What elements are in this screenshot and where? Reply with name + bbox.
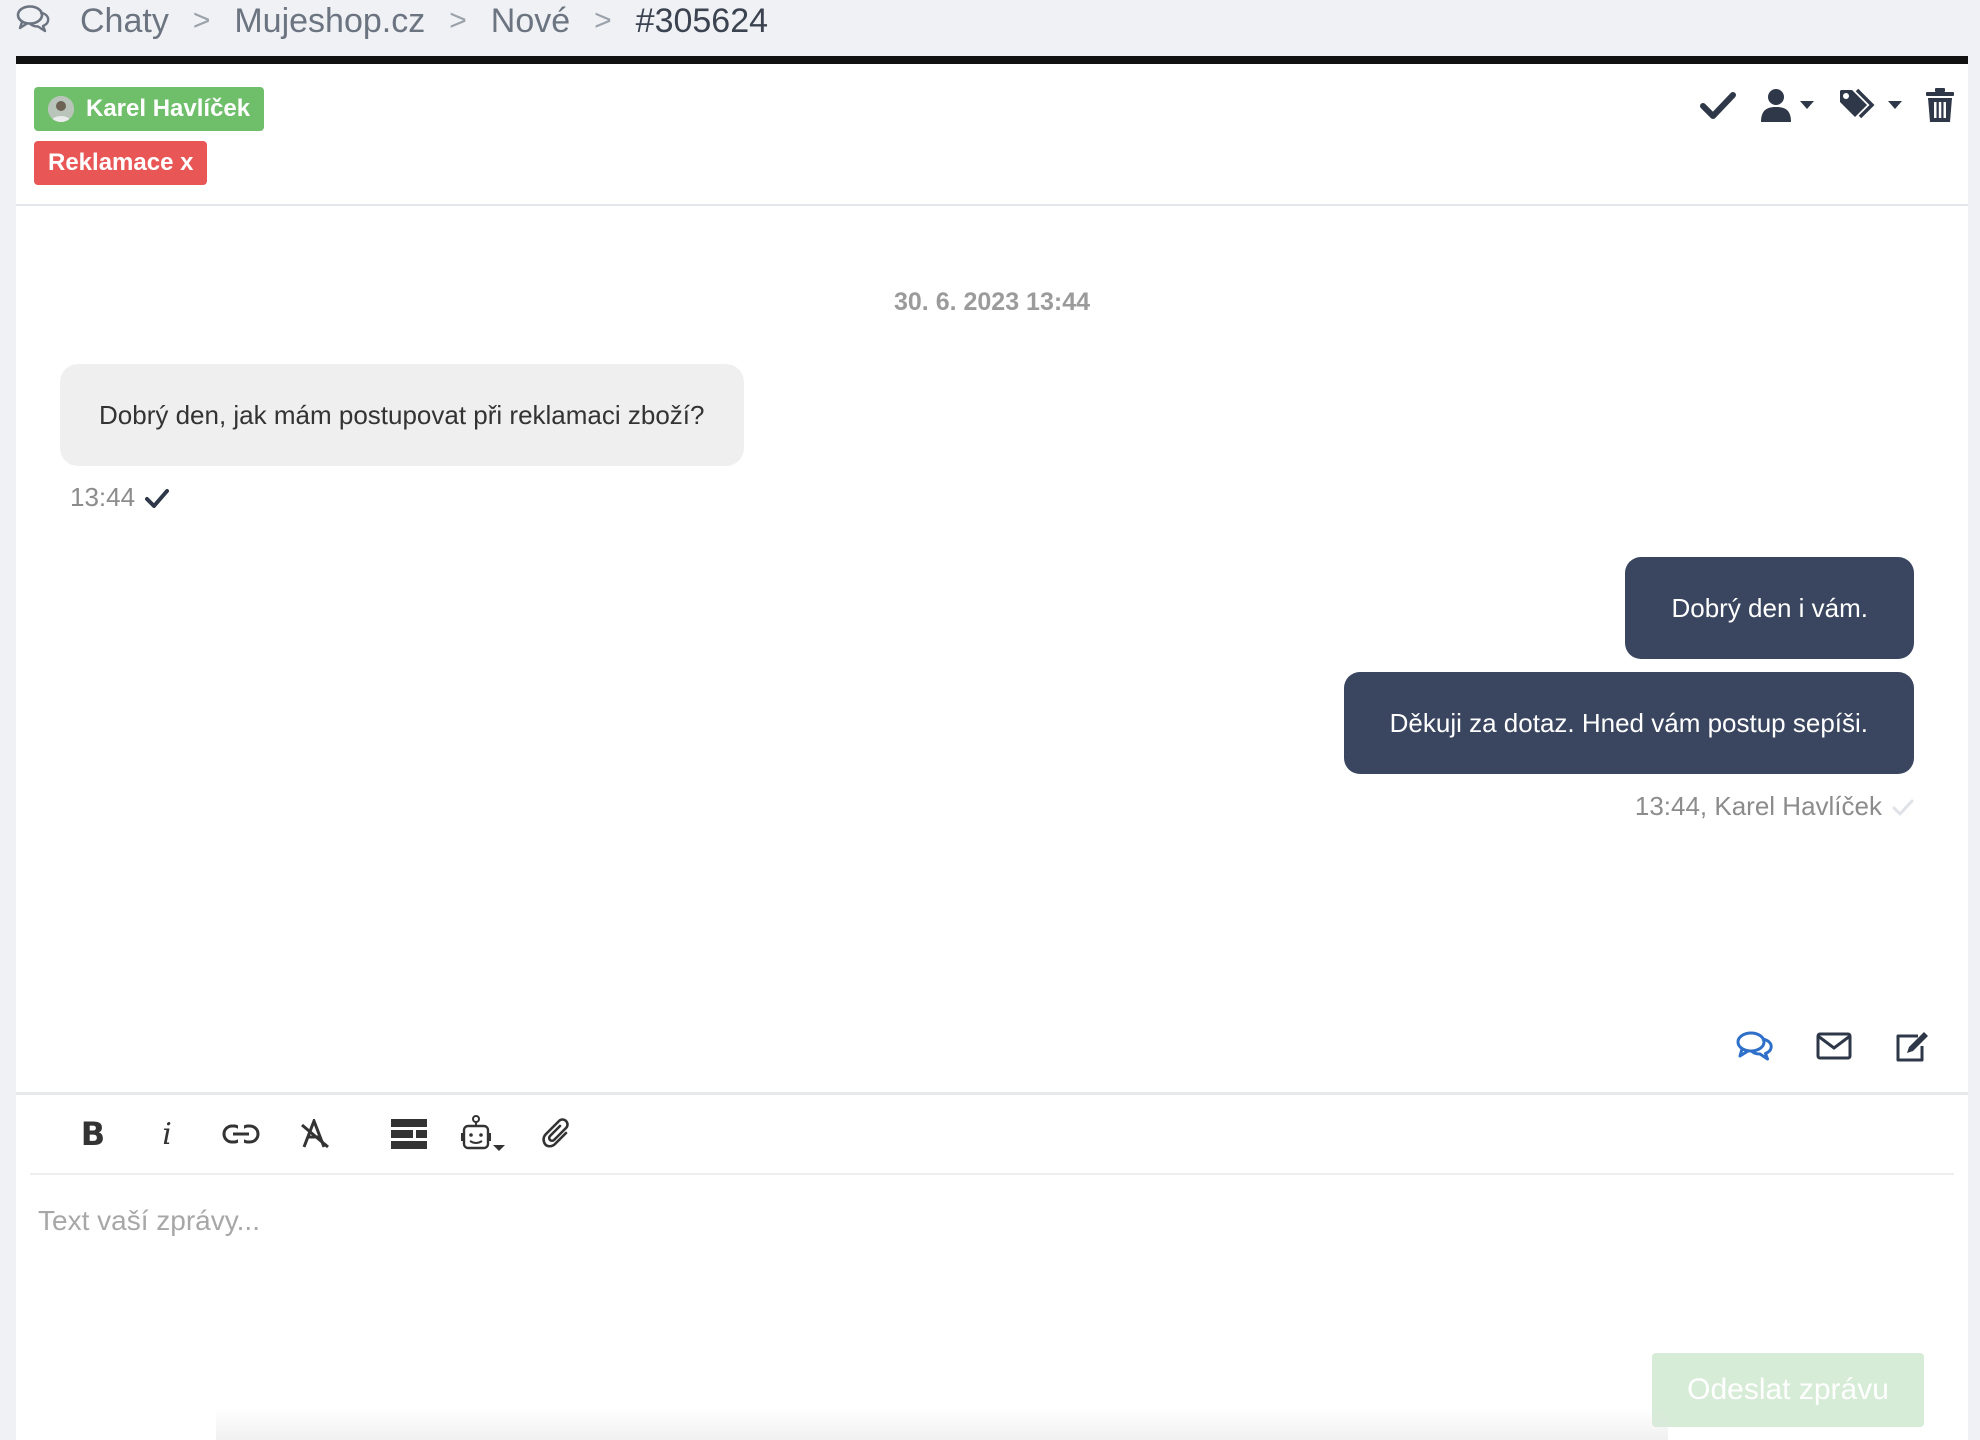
outgoing-message: Dobrý den i vám. [1625,557,1914,659]
incoming-message-meta: 13:44 [70,482,170,513]
incoming-message-time: 13:44 [70,482,136,512]
bold-label: B [80,1115,106,1153]
incoming-message-text: Dobrý den, jak mám postupovat při reklam… [99,399,705,430]
bot-icon[interactable] [446,1109,520,1159]
channel-switch [1736,1030,1930,1062]
trash-icon[interactable] [1926,88,1954,122]
chats-icon [16,4,50,38]
clear-format-icon[interactable] [278,1109,352,1159]
avatar [48,96,74,122]
user-tag[interactable]: Karel Havlíček [34,87,265,131]
attachment-icon[interactable] [520,1109,594,1159]
chat-header: Karel Havlíček Reklamace x [16,64,1968,206]
label-tag-text: Reklamace x [48,149,194,176]
user-tag-label: Karel Havlíček [86,95,251,122]
bottom-shadow [216,1408,1668,1440]
date-separator: 30. 6. 2023 13:44 [894,288,1090,316]
outgoing-message-text: Dobrý den i vám. [1671,592,1868,623]
outgoing-message-text: Děkuji za dotaz. Hned vám postup sepíši. [1389,707,1868,738]
chevron-down-icon [1800,101,1814,109]
message-list: 30. 6. 2023 13:44 Dobrý den, jak mám pos… [16,206,1968,1084]
message-input[interactable] [16,1177,1968,1337]
user-assign-icon[interactable] [1760,88,1814,122]
italic-icon[interactable]: i [130,1109,204,1159]
breadcrumb-item-new[interactable]: Nové [491,2,570,41]
read-check-icon [145,488,170,508]
check-icon[interactable] [1700,90,1736,120]
editor-toolbar: B i [30,1095,1954,1175]
label-tag[interactable]: Reklamace x [34,141,208,185]
chat-card: Karel Havlíček Reklamace x 30. 6. 2023 1… [16,56,1968,1440]
italic-label: i [162,1116,172,1152]
tags-icon[interactable] [1838,88,1902,122]
chat-icon[interactable] [1736,1031,1774,1061]
incoming-message: Dobrý den, jak mám postupovat při reklam… [60,364,744,466]
delivered-check-icon [1892,799,1914,815]
message-composer: B i Text vaší zprávy... Odeslat zprávu [16,1092,1968,1440]
link-icon[interactable] [204,1109,278,1159]
templates-icon[interactable] [372,1109,446,1159]
breadcrumb: Chaty > Mujeshop.cz > Nové > #305624 [16,0,768,42]
bold-icon[interactable]: B [56,1109,130,1159]
breadcrumb-separator: > [449,4,467,37]
note-icon[interactable] [1894,1030,1930,1062]
outgoing-message-meta: 13:44, Karel Havlíček [1635,791,1914,822]
breadcrumb-separator: > [594,4,612,37]
breadcrumb-separator: > [192,4,211,37]
breadcrumb-item-ticket: #305624 [635,1,769,40]
chevron-down-icon [1888,101,1902,109]
breadcrumb-item-chats[interactable]: Chaty [80,2,169,41]
chevron-down-icon [493,1145,505,1151]
outgoing-message-time-author: 13:44, Karel Havlíček [1634,791,1882,821]
send-button[interactable]: Odeslat zprávu [1652,1353,1924,1427]
header-actions [1700,88,1954,122]
email-icon[interactable] [1816,1032,1852,1060]
breadcrumb-item-shop[interactable]: Mujeshop.cz [234,2,425,41]
outgoing-message: Děkuji za dotaz. Hned vám postup sepíši. [1343,672,1914,774]
